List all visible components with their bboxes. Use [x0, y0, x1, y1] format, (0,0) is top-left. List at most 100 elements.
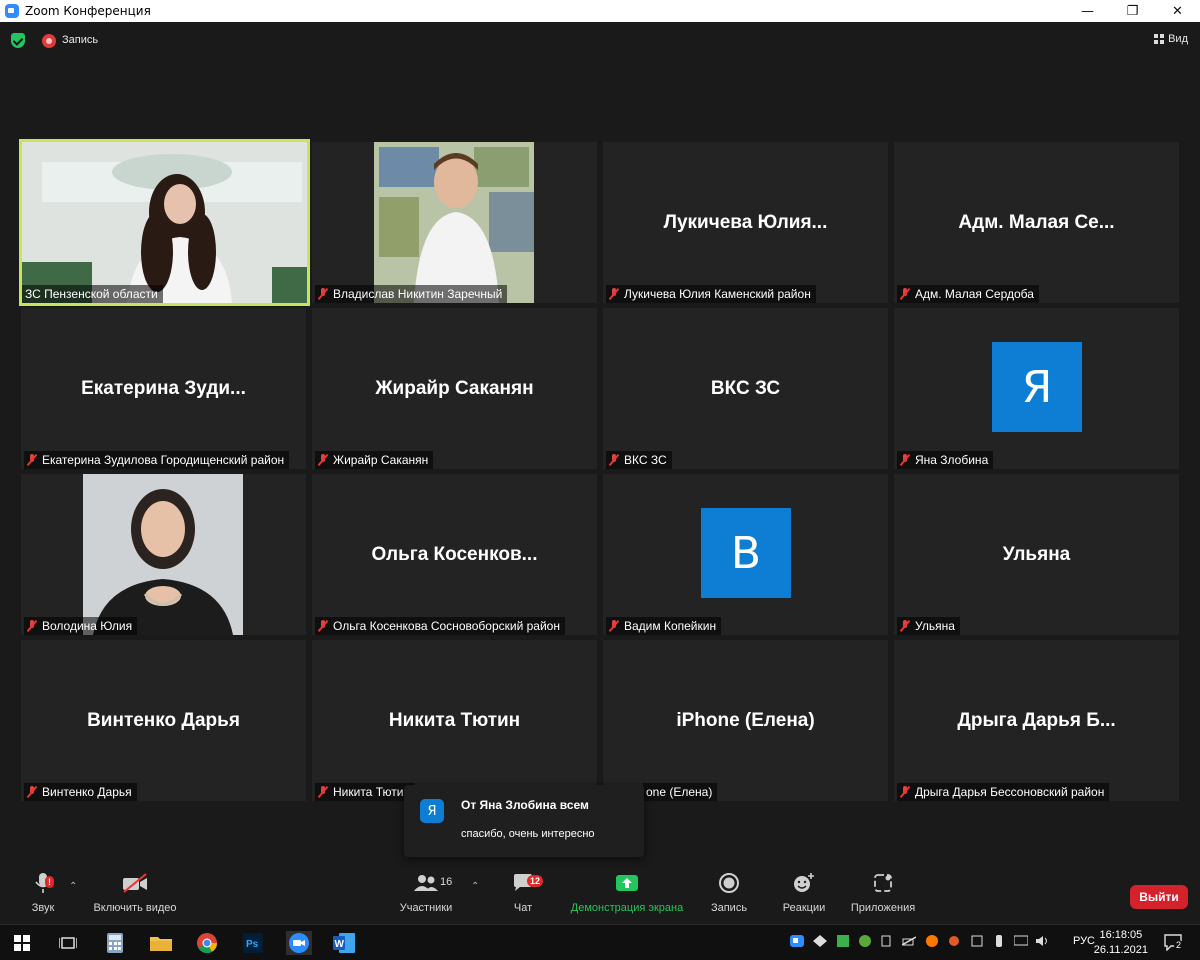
tray-device-icon[interactable] [879, 934, 893, 948]
participant-label: Ольга Косенкова Сосновоборский район [315, 617, 565, 635]
window-titlebar: Zoom Конференция — ❐ ✕ [0, 0, 1200, 22]
close-button[interactable]: ✕ [1155, 0, 1200, 22]
participant-display-name: Дрыга Дарья Б... [957, 710, 1116, 731]
participant-label: Дрыга Дарья Бессоновский район [897, 783, 1110, 801]
zoom-app-icon[interactable] [286, 931, 312, 955]
participant-name: Володина Юлия [42, 619, 133, 633]
windows-taskbar: Ps W РУС 16:18:05 26.11.2021 2 [0, 924, 1200, 960]
video-tile[interactable]: Володина Юлия [21, 474, 306, 635]
participants-options-caret-icon[interactable]: ⌃ [471, 881, 479, 892]
volume-icon[interactable] [1036, 934, 1050, 948]
usb-icon[interactable] [992, 934, 1006, 948]
file-explorer-icon[interactable] [149, 931, 173, 955]
minimize-button[interactable]: — [1065, 0, 1110, 22]
video-tile[interactable]: Лукичева Юлия... Лукичева Юлия Каменский… [603, 142, 888, 303]
video-tile[interactable]: Адм. Малая Се... Адм. Малая Сердоба [894, 142, 1179, 303]
video-tile[interactable]: Дрыга Дарья Б... Дрыга Дарья Бессоновски… [894, 640, 1179, 801]
participant-name: Вадим Копейкин [624, 619, 717, 633]
participant-display-name: Ульяна [1002, 544, 1071, 565]
participant-display-name: Лукичева Юлия... [663, 212, 828, 233]
meeting-controls-bar: ! Звук ⌃ Включить видео 16 Участники ⌃ 1… [0, 868, 1200, 924]
video-tile[interactable]: Никита Тютин Никита Тютин [312, 640, 597, 801]
recording-indicator-icon [42, 34, 56, 48]
tray-avast-icon[interactable] [925, 934, 939, 948]
share-screen-button[interactable]: Демонстрация экрана [566, 868, 688, 914]
tray-app-icon[interactable] [813, 934, 827, 948]
video-tile[interactable]: Ольга Косенков... Ольга Косенкова Соснов… [312, 474, 597, 635]
zoom-tray-icon[interactable] [790, 934, 804, 948]
start-video-label: Включить видео [93, 902, 177, 914]
tray-update-icon[interactable] [858, 934, 872, 948]
video-tile[interactable]: Жирайр Саканян Жирайр Саканян [312, 308, 597, 469]
chat-button[interactable]: 12 Чат [506, 868, 544, 914]
tray-security-icon[interactable] [836, 934, 850, 948]
tray-network-off-icon[interactable] [902, 934, 916, 948]
video-tile[interactable]: Я Яна Злобина [894, 308, 1179, 469]
reactions-button[interactable]: Реакции [780, 868, 828, 914]
start-video-button[interactable]: Включить видео [88, 868, 182, 914]
display-icon[interactable] [1014, 934, 1028, 948]
word-label: W [335, 939, 345, 950]
muted-mic-icon [900, 454, 910, 466]
participant-label: Винтенко Дарья [24, 783, 137, 801]
chat-notification-popup[interactable]: Я От Яна Злобина всем спасибо, очень инт… [404, 785, 644, 857]
notification-count: 2 [1174, 940, 1184, 950]
apps-button[interactable]: Приложения [846, 868, 920, 914]
participant-label: Яна Злобина [897, 451, 994, 469]
muted-mic-icon [900, 786, 910, 798]
maximize-button[interactable]: ❐ [1110, 0, 1155, 22]
video-tile[interactable]: Ульяна Ульяна [894, 474, 1179, 635]
audio-button[interactable]: ! Звук [26, 868, 60, 914]
video-tile[interactable]: Владислав Никитин Заречный [312, 142, 597, 303]
audio-options-caret-icon[interactable]: ⌃ [69, 881, 77, 892]
video-tile-active[interactable]: ЗС Пензенской области [19, 139, 310, 306]
view-button[interactable]: Вид [1154, 33, 1188, 45]
chrome-browser-icon[interactable] [195, 931, 219, 955]
participants-button[interactable]: 16 Участники [396, 868, 456, 914]
participant-name: ВКС ЗС [624, 453, 667, 467]
video-tile[interactable]: Екатерина Зуди... Екатерина Зудилова Гор… [21, 308, 306, 469]
participant-name: Екатерина Зудилова Городищенский район [42, 453, 285, 467]
input-language[interactable]: РУС [1073, 935, 1095, 947]
recording-label[interactable]: Запись [62, 34, 98, 46]
security-shield-icon[interactable] [11, 33, 25, 48]
view-label: Вид [1168, 33, 1188, 45]
task-view-icon[interactable] [56, 931, 80, 955]
participant-display-name: Екатерина Зуди... [81, 378, 246, 399]
windows-start-icon[interactable] [10, 931, 34, 955]
tray-media-icon[interactable] [947, 934, 961, 948]
chat-label: Чат [513, 902, 533, 914]
participants-label: Участники [399, 902, 453, 914]
leave-meeting-button[interactable]: Выйти [1130, 885, 1188, 909]
tray-app-icon-2[interactable] [970, 934, 984, 948]
participant-name: Жирайр Саканян [333, 453, 429, 467]
audio-alert-badge: ! [45, 876, 54, 888]
muted-mic-icon [318, 786, 328, 798]
video-tile[interactable]: ВКС ЗС ВКС ЗС [603, 308, 888, 469]
participant-name: ЗС Пензенской области [25, 287, 158, 301]
record-button[interactable]: Запись [708, 868, 750, 914]
word-app-icon[interactable]: W [332, 931, 356, 955]
muted-mic-icon [609, 620, 619, 632]
video-tile[interactable]: Винтенко Дарья Винтенко Дарья [21, 640, 306, 801]
participant-video-feed [374, 142, 534, 303]
participant-name: one (Елена) [646, 785, 713, 799]
clock-date: 26.11.2021 [1093, 944, 1148, 956]
chat-sender-avatar: Я [420, 799, 444, 823]
participants-icon [414, 875, 438, 891]
participant-name: Ульяна [915, 619, 955, 633]
video-tile[interactable]: iPhone (Елена) one (Елена) [603, 640, 888, 801]
participant-avatar: В [701, 508, 791, 598]
zoom-logo-icon [5, 4, 19, 18]
clock-time: 16:18:05 [1099, 929, 1143, 941]
notifications-icon[interactable]: 2 [1163, 933, 1184, 951]
system-clock[interactable]: 16:18:05 26.11.2021 [1094, 928, 1148, 958]
muted-mic-icon [27, 786, 37, 798]
muted-mic-icon [27, 454, 37, 466]
participant-display-name: Никита Тютин [388, 710, 521, 731]
calculator-app-icon[interactable] [103, 931, 127, 955]
photoshop-app-icon[interactable]: Ps [241, 931, 265, 955]
muted-mic-icon [318, 288, 328, 300]
muted-mic-icon [27, 620, 37, 632]
video-tile[interactable]: В Вадим Копейкин [603, 474, 888, 635]
